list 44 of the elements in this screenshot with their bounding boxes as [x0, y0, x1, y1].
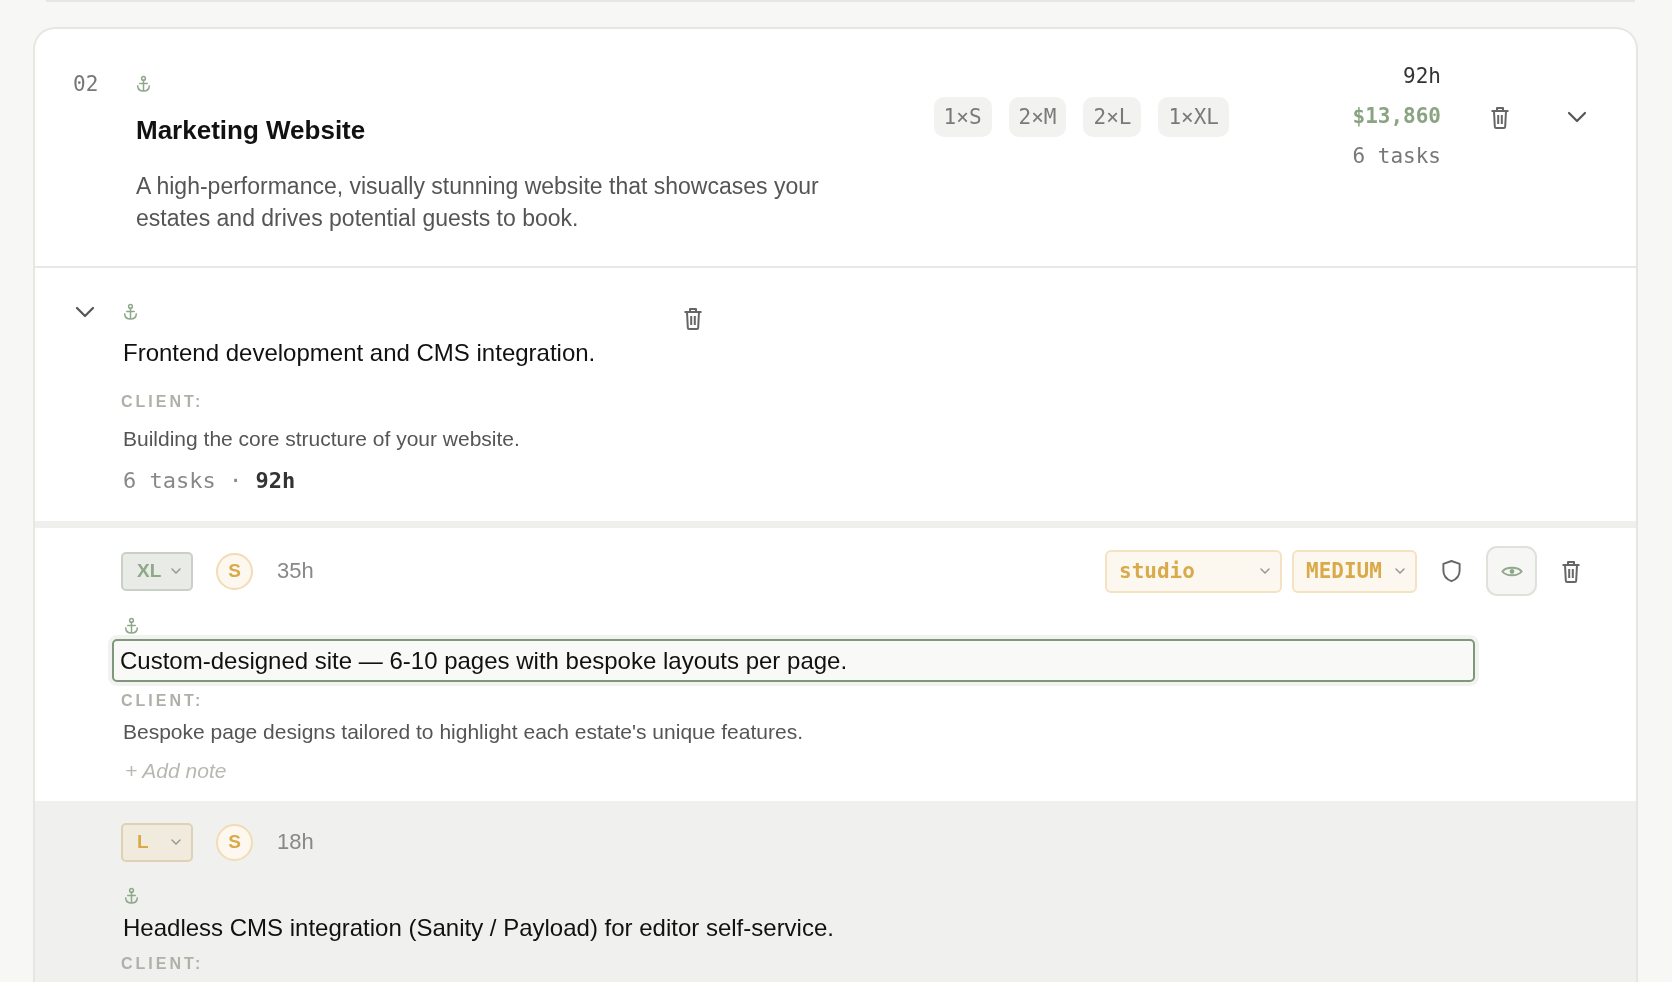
- size-tag: 2×L: [1083, 97, 1142, 137]
- caret-icon: [1260, 568, 1270, 574]
- client-label: CLIENT:: [121, 393, 205, 411]
- priority-select[interactable]: MEDIUM: [1292, 549, 1417, 593]
- title-input[interactable]: Custom-designed site — 6-10 pages with bespoke layouts per page.: [108, 635, 1479, 686]
- client-note: Building the core structure of your website.: [123, 426, 521, 452]
- team-select[interactable]: studio: [1105, 549, 1282, 593]
- anchor-icon: [136, 75, 151, 93]
- task-hours: 18h: [277, 829, 314, 855]
- size-tag: 1×XL: [1158, 97, 1229, 137]
- size-select[interactable]: L: [121, 822, 193, 862]
- project-number: 02: [73, 71, 100, 98]
- anchor-icon: [123, 303, 138, 321]
- client-label: CLIENT:: [121, 692, 205, 710]
- visibility-toggle[interactable]: [1486, 546, 1537, 596]
- deliverable-title: Frontend development and CMS integration.: [123, 338, 597, 368]
- assignee-avatar[interactable]: S: [216, 823, 253, 861]
- assignee-avatar[interactable]: S: [216, 552, 253, 590]
- client-note: Bespoke page designs tailored to highlight each estate's unique features.: [122, 719, 804, 745]
- anchor-icon: [124, 617, 139, 635]
- project-title: Marketing Website: [136, 114, 367, 147]
- chevron-down-icon[interactable]: [75, 306, 95, 318]
- eye-icon: [1500, 564, 1523, 578]
- size-tag: 1×S: [933, 97, 992, 137]
- task-title[interactable]: Headless CMS integration (Sanity / Payload) for editor self-service.: [121, 906, 1581, 949]
- deliverable-summary: 6 tasks · 92h: [123, 467, 297, 495]
- caret-icon: [1395, 568, 1405, 574]
- anchor-icon: [124, 887, 139, 905]
- trash-icon[interactable]: [683, 307, 703, 330]
- size-tag: 2×M: [1008, 97, 1067, 137]
- trash-icon[interactable]: [1490, 106, 1510, 129]
- task-hours: 35h: [277, 558, 314, 584]
- price-total: $13,860: [1351, 103, 1441, 130]
- caret-icon: [171, 568, 181, 574]
- add-note-link[interactable]: + Add note: [121, 757, 227, 785]
- task-count: 6 tasks: [1351, 143, 1441, 170]
- trash-icon[interactable]: [1561, 559, 1581, 583]
- caret-icon: [171, 839, 181, 845]
- hours-total: 92h: [1402, 63, 1441, 90]
- client-label: CLIENT:: [121, 955, 205, 973]
- size-select[interactable]: XL: [121, 551, 193, 591]
- chevron-down-icon[interactable]: [1567, 111, 1587, 123]
- project-description: A high-performance, visually stunning website that showcases your estates and drives potential guests to book.: [136, 172, 820, 233]
- shield-icon[interactable]: [1441, 559, 1462, 583]
